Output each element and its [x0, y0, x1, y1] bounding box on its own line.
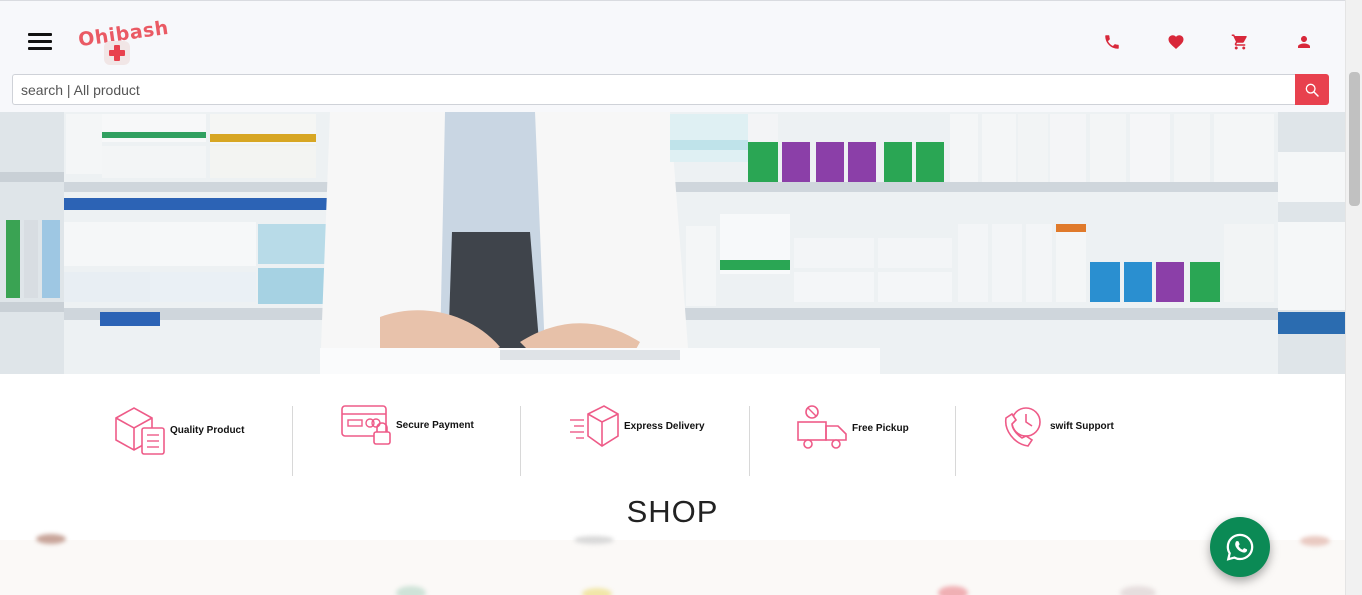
page: Ohibash search | All product Quality Pro…	[0, 0, 1362, 595]
brand-logo[interactable]: Ohibash	[76, 17, 170, 67]
feature-label: Secure Payment	[396, 419, 474, 431]
heart-icon[interactable]	[1167, 33, 1185, 51]
express-delivery-icon	[570, 405, 619, 447]
feature-label: Quality Product	[170, 424, 245, 436]
feature-quality-product: Quality Product	[112, 404, 244, 456]
shop-categories-strip	[0, 534, 1345, 595]
feature-label: Free Pickup	[852, 422, 909, 434]
divider	[292, 406, 293, 476]
search-input[interactable]	[12, 74, 1295, 105]
shop-title: SHOP	[626, 494, 719, 529]
search-icon	[1305, 83, 1319, 97]
search-bar	[12, 74, 1329, 105]
scrollbar-thumb[interactable]	[1349, 72, 1360, 206]
feature-label: Express Delivery	[624, 420, 705, 432]
whatsapp-button[interactable]	[1210, 517, 1270, 577]
phone-icon[interactable]	[1103, 33, 1121, 51]
pharmacist-image	[0, 112, 1345, 374]
hero-banner	[0, 112, 1345, 374]
pickup-truck-icon	[797, 405, 847, 449]
divider	[520, 406, 521, 476]
feature-free-pickup: Free Pickup	[796, 404, 909, 452]
feature-secure-payment: Secure Payment	[340, 404, 474, 446]
feature-express-delivery: Express Delivery	[568, 404, 705, 448]
site-header: Ohibash	[0, 0, 1345, 112]
divider	[955, 406, 956, 476]
whatsapp-icon	[1226, 533, 1254, 561]
page-scrollbar[interactable]	[1345, 0, 1362, 595]
features-row: Quality Product Secure Payment Express D…	[0, 374, 1345, 494]
cart-icon[interactable]	[1231, 33, 1249, 51]
divider	[749, 406, 750, 476]
hamburger-menu-icon[interactable]	[28, 33, 52, 51]
search-button[interactable]	[1295, 74, 1329, 105]
secure-card-icon	[341, 405, 391, 445]
medical-cross-icon	[104, 41, 130, 65]
quality-box-icon	[115, 407, 165, 455]
support-phone-icon	[1004, 407, 1041, 447]
user-icon[interactable]	[1295, 33, 1313, 51]
header-actions	[1103, 33, 1313, 51]
feature-label: swift Support	[1050, 420, 1114, 432]
feature-swift-support: swift Support	[1002, 404, 1114, 448]
